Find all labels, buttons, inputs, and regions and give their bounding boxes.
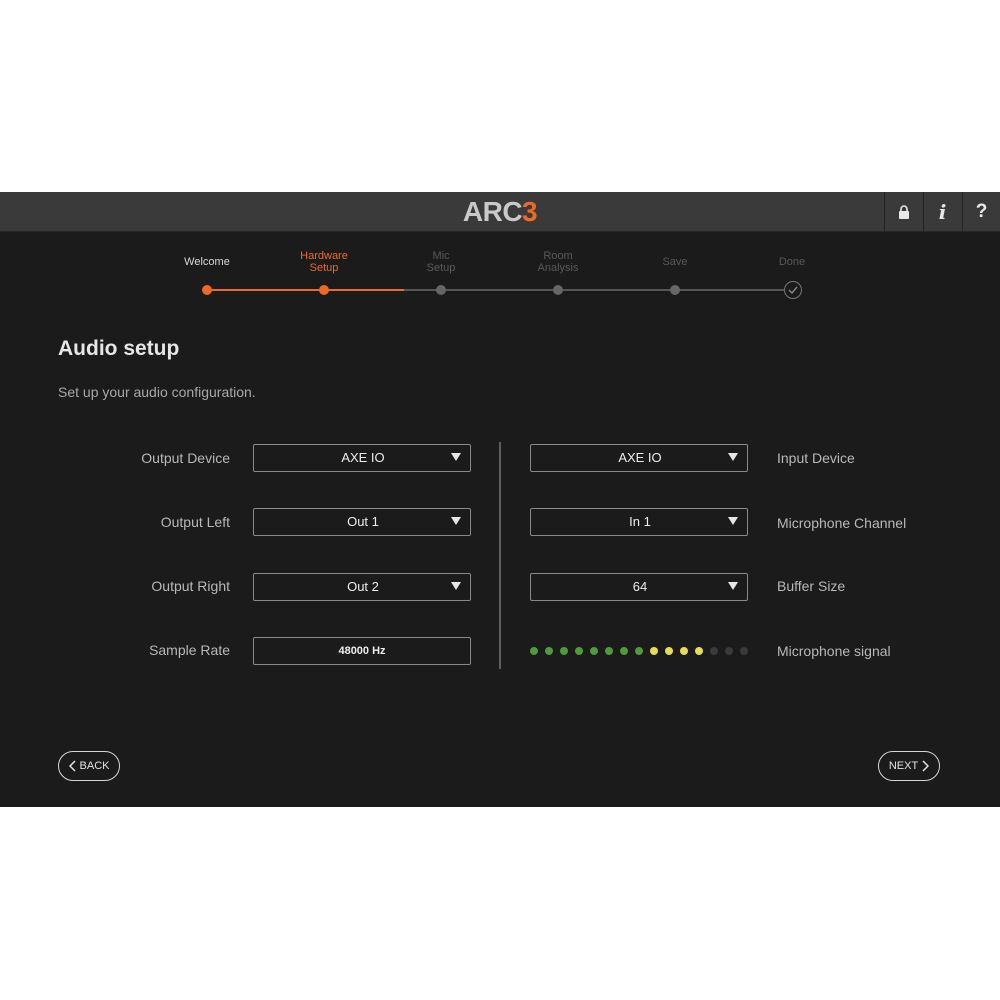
input-device-label: Input Device [777,450,855,466]
buffer-size-label: Buffer Size [777,578,846,594]
page-subtitle: Set up your audio configuration. [58,384,256,400]
chevron-left-icon [68,760,76,772]
mic-signal-led [695,647,703,655]
check-icon [788,286,798,294]
step-done: Done [778,256,806,268]
step-hardware-setup: Hardware Setup [300,250,348,274]
dropdown-arrow-icon [451,582,461,590]
column-divider [499,442,501,669]
progress-fill [207,289,404,291]
page-title: Audio setup [58,337,180,360]
output-device-label: Output Device [141,450,230,466]
sample-rate-field[interactable]: 48000 Hz [253,637,471,665]
buffer-size-select[interactable]: 64 [530,573,748,601]
mic-signal-led [725,647,733,655]
output-left-value: Out 1 [347,514,379,529]
mic-signal-led [545,647,553,655]
step-done-marker [784,281,802,299]
mic-channel-label: Microphone Channel [777,515,907,531]
info-button[interactable]: i [923,192,961,232]
step-dot-save [670,285,680,295]
input-device-value: AXE IO [618,450,662,465]
mic-signal-led [680,647,688,655]
output-right-select[interactable]: Out 2 [253,573,471,601]
title-bar: ARC3 i ? [0,192,1000,232]
dropdown-arrow-icon [728,453,738,461]
mic-signal-led [620,647,628,655]
info-icon: i [938,200,947,224]
mic-signal-led [635,647,643,655]
step-welcome: Welcome [184,256,230,268]
step-dot-room-analysis [553,285,563,295]
step-room-analysis: Room Analysis [537,250,579,274]
chevron-right-icon [922,760,930,772]
sample-rate-label: Sample Rate [149,642,230,658]
next-label: NEXT [888,760,919,772]
step-save: Save [662,256,688,268]
output-right-label: Output Right [151,578,230,594]
mic-signal-led [605,647,613,655]
back-button[interactable]: BACK [58,751,120,781]
mic-signal-led [590,647,598,655]
arc3-window: ARC3 i ? Welcome Hardware Setup Mic Setup … [0,192,1000,807]
back-label: BACK [79,760,110,772]
output-device-value: AXE IO [341,450,385,465]
help-icon: ? [975,201,988,222]
step-mic-setup: Mic Setup [426,250,456,274]
step-dot-welcome [202,285,212,295]
app-logo: ARC3 [462,196,538,227]
mic-signal-label: Microphone signal [777,643,891,659]
wizard-stepper: Welcome Hardware Setup Mic Setup Room Analy… [0,232,1000,312]
mic-signal-led [575,647,583,655]
mic-signal-led [740,647,748,655]
mic-signal-led [710,647,718,655]
dropdown-arrow-icon [728,517,738,525]
mic-channel-select[interactable]: In 1 [530,508,748,536]
next-button[interactable]: NEXT [878,751,940,781]
buffer-size-value: 64 [632,579,648,594]
dropdown-arrow-icon [451,453,461,461]
step-dot-hardware-setup [319,285,329,295]
mic-signal-led [530,647,538,655]
help-button[interactable]: ? [962,192,1000,232]
mic-channel-value: In 1 [629,514,651,529]
lock-button[interactable] [884,192,922,232]
output-left-label: Output Left [160,514,230,530]
mic-signal-led [650,647,658,655]
dropdown-arrow-icon [728,582,738,590]
output-right-value: Out 2 [347,579,379,594]
output-device-select[interactable]: AXE IO [253,444,471,472]
mic-signal-meter [530,647,755,657]
lock-icon [898,205,909,219]
dropdown-arrow-icon [451,517,461,525]
step-dot-mic-setup [436,285,446,295]
mic-signal-led [665,647,673,655]
output-left-select[interactable]: Out 1 [253,508,471,536]
mic-signal-led [560,647,568,655]
input-device-select[interactable]: AXE IO [530,444,748,472]
